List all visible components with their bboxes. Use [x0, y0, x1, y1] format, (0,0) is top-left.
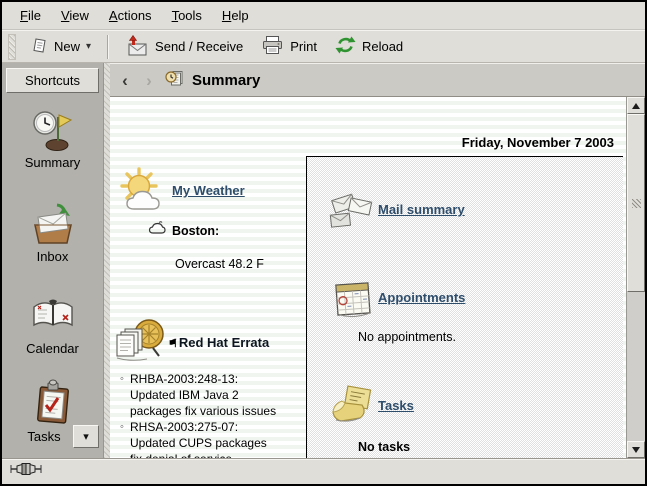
weather-condition: Overcast 48.2 F — [175, 257, 264, 271]
sidebar-item-calendar[interactable] — [2, 293, 103, 342]
evolution-window: File View Actions Tools Help New ▾ Send … — [0, 0, 647, 486]
menu-view[interactable]: View — [51, 4, 99, 27]
status-bar — [2, 458, 645, 484]
summary-page: Friday, November 7 2003 My Weather Bosto… — [110, 97, 626, 458]
scrollbar-thumb[interactable] — [627, 114, 645, 292]
my-weather-link[interactable]: My Weather — [172, 183, 245, 198]
errata-list: ◦RHBA-2003:248-13: Updated IBM Java 2 pa… — [120, 371, 302, 458]
reload-label: Reload — [362, 39, 403, 54]
toolbar-separator — [107, 35, 109, 59]
toolbar-drag-handle[interactable] — [8, 34, 16, 60]
appointments-empty-text: No appointments. — [358, 330, 456, 344]
new-button[interactable]: New ▾ — [22, 33, 100, 61]
triangle-up-icon — [632, 103, 640, 109]
online-status-icon — [10, 462, 44, 481]
scrollbar-track[interactable] — [627, 114, 645, 441]
menu-file[interactable]: File — [10, 4, 51, 27]
sidebar-label-tasks[interactable]: Tasks — [14, 429, 74, 444]
folder-title-bar: ‹ › Summary — [110, 63, 645, 97]
print-icon — [261, 35, 284, 58]
menu-help[interactable]: Help — [212, 4, 259, 27]
mail-summary-link[interactable]: Mail summary — [378, 202, 465, 217]
red-hat-errata-title: ⚑Red Hat Errata — [168, 335, 269, 350]
sidebar-item-inbox[interactable] — [2, 201, 103, 252]
scrollbar-grip-icon — [632, 199, 641, 208]
back-button[interactable]: ‹ — [116, 72, 134, 89]
shortcuts-group-button[interactable]: Shortcuts — [6, 68, 99, 93]
mail-summary-icon — [328, 189, 376, 236]
new-button-label: New — [54, 39, 80, 54]
folder-title: Summary — [192, 72, 260, 89]
summary-mini-icon — [164, 69, 184, 92]
summary-date: Friday, November 7 2003 — [462, 135, 614, 150]
shortcuts-label: Shortcuts — [25, 73, 80, 88]
tasks-link[interactable]: Tasks — [378, 398, 414, 413]
menu-tools[interactable]: Tools — [162, 4, 212, 27]
send-receive-icon — [125, 35, 149, 59]
red-hat-errata-icon — [113, 317, 169, 372]
errata-list-item[interactable]: ◦RHSA-2003:275-07: Updated CUPS packages… — [120, 419, 302, 458]
calendar-icon — [30, 293, 76, 342]
forward-button[interactable]: › — [140, 72, 158, 89]
vertical-scrollbar — [626, 97, 645, 458]
tasks-empty-text: No tasks — [358, 440, 410, 454]
print-button[interactable]: Print — [252, 31, 326, 62]
weather-location: Boston: — [172, 224, 219, 238]
shortcut-bar: Shortcuts Summary Inbox Calendar Tasks ▾ — [2, 63, 103, 458]
sidebar-label-summary[interactable]: Summary — [2, 155, 103, 170]
triangle-down-icon — [632, 447, 640, 453]
menubar: File View Actions Tools Help — [2, 2, 645, 30]
errata-list-item[interactable]: ◦RHBA-2003:248-13: Updated IBM Java 2 pa… — [120, 371, 302, 419]
tasks-summary-icon — [328, 385, 376, 432]
shortcut-group-dropdown-button[interactable]: ▾ — [73, 425, 99, 448]
chevron-down-icon: ▾ — [83, 430, 89, 443]
print-label: Print — [290, 39, 317, 54]
sidebar-label-calendar[interactable]: Calendar — [2, 341, 103, 356]
weather-icon — [118, 167, 170, 222]
appointments-icon — [332, 279, 376, 326]
pane-splitter[interactable] — [103, 63, 110, 458]
menu-actions[interactable]: Actions — [99, 4, 162, 27]
chevron-down-icon: ▾ — [86, 42, 91, 52]
inbox-icon — [30, 201, 76, 252]
appointments-link[interactable]: Appointments — [378, 290, 465, 305]
reload-icon — [335, 35, 356, 58]
new-note-icon — [31, 37, 48, 57]
cloud-icon — [148, 221, 166, 240]
flag-icon: ⚑ — [168, 337, 178, 350]
scroll-down-button[interactable] — [627, 441, 645, 458]
reload-button[interactable]: Reload — [326, 31, 412, 62]
bullet-icon: ◦ — [120, 419, 124, 435]
weather-location-row: Boston: — [148, 221, 219, 240]
summary-icon — [31, 107, 75, 158]
bullet-icon: ◦ — [120, 371, 124, 387]
sidebar-label-inbox[interactable]: Inbox — [2, 249, 103, 264]
toolbar: New ▾ Send / Receive Print Reload — [2, 30, 645, 63]
tasks-icon — [31, 379, 75, 432]
sidebar-item-summary[interactable] — [2, 107, 103, 158]
send-receive-label: Send / Receive — [155, 39, 243, 54]
scroll-up-button[interactable] — [627, 97, 645, 114]
send-receive-button[interactable]: Send / Receive — [116, 31, 252, 63]
